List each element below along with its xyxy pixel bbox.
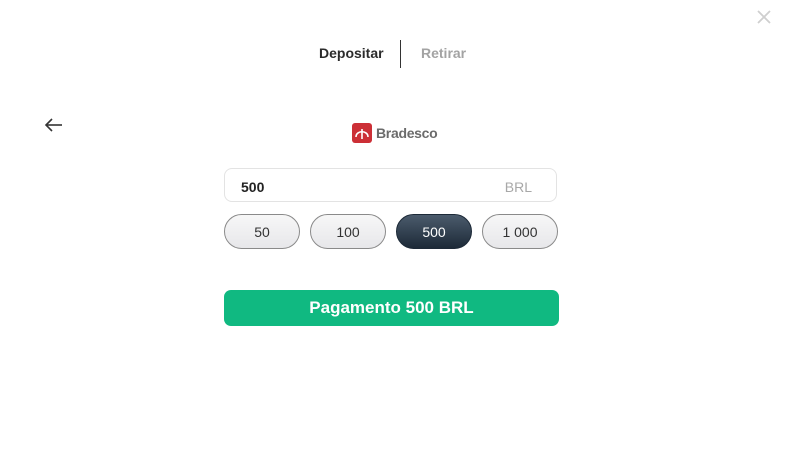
tab-bar: Depositar Retirar <box>0 40 800 68</box>
preset-50-button[interactable]: 50 <box>224 214 300 249</box>
tab-deposit[interactable]: Depositar <box>319 45 384 61</box>
preset-1000-button[interactable]: 1 000 <box>482 214 558 249</box>
amount-input[interactable]: 500 BRL <box>224 168 557 202</box>
tab-withdraw[interactable]: Retirar <box>421 45 466 61</box>
tab-divider <box>400 40 401 68</box>
deposit-dialog: Depositar Retirar Bradesco 500 BRL 50 10… <box>0 0 800 450</box>
pay-button[interactable]: Pagamento 500 BRL <box>224 290 559 326</box>
amount-presets: 50 100 500 1 000 <box>224 214 560 250</box>
bank-name: Bradesco <box>376 125 438 141</box>
close-icon[interactable] <box>755 8 773 26</box>
preset-100-button[interactable]: 100 <box>310 214 386 249</box>
bank-logo-mark <box>352 123 372 143</box>
amount-currency: BRL <box>504 179 532 195</box>
preset-500-button[interactable]: 500 <box>396 214 472 249</box>
amount-value[interactable]: 500 <box>241 179 264 195</box>
arrow-left-icon[interactable] <box>44 116 64 134</box>
bank-logo: Bradesco <box>352 122 438 144</box>
